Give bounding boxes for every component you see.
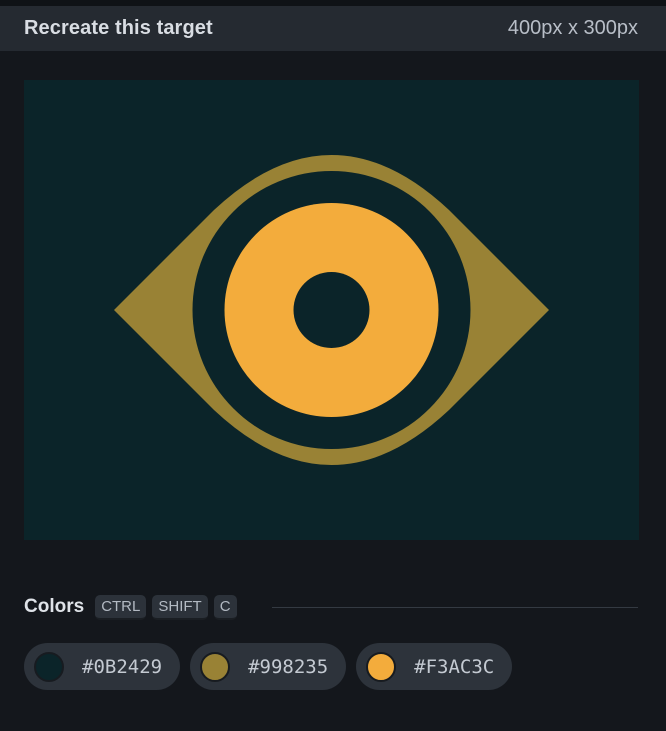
color-swatch-0b2429[interactable]: #0B2429 — [24, 643, 181, 690]
divider — [271, 606, 638, 608]
swatch-color-dot — [34, 651, 64, 682]
header-bar: Recreate this target 400px x 300px — [0, 6, 666, 51]
swatch-color-dot — [366, 651, 397, 682]
color-swatches: #0B2429 #998235 #F3AC3C — [24, 643, 513, 690]
kbd-shift: SHIFT — [152, 594, 208, 620]
colors-label: Colors — [24, 596, 85, 617]
kbd-c: C — [213, 594, 237, 620]
swatch-hex-label: #0B2429 — [82, 655, 163, 678]
swatch-hex-label: #998235 — [248, 655, 329, 678]
color-swatch-f3ac3c[interactable]: #F3AC3C — [356, 643, 513, 690]
colors-header: Colors CTRL SHIFT C — [24, 592, 638, 622]
color-swatch-998235[interactable]: #998235 — [190, 643, 347, 690]
swatch-hex-label: #F3AC3C — [414, 655, 495, 678]
page-title: Recreate this target — [24, 17, 213, 39]
kbd-ctrl: CTRL — [95, 594, 147, 620]
swatch-color-dot — [200, 651, 231, 682]
eye-pupil — [293, 272, 370, 348]
target-size-label: 400px x 300px — [507, 17, 638, 39]
target-preview — [24, 80, 639, 540]
target-image — [24, 80, 639, 540]
